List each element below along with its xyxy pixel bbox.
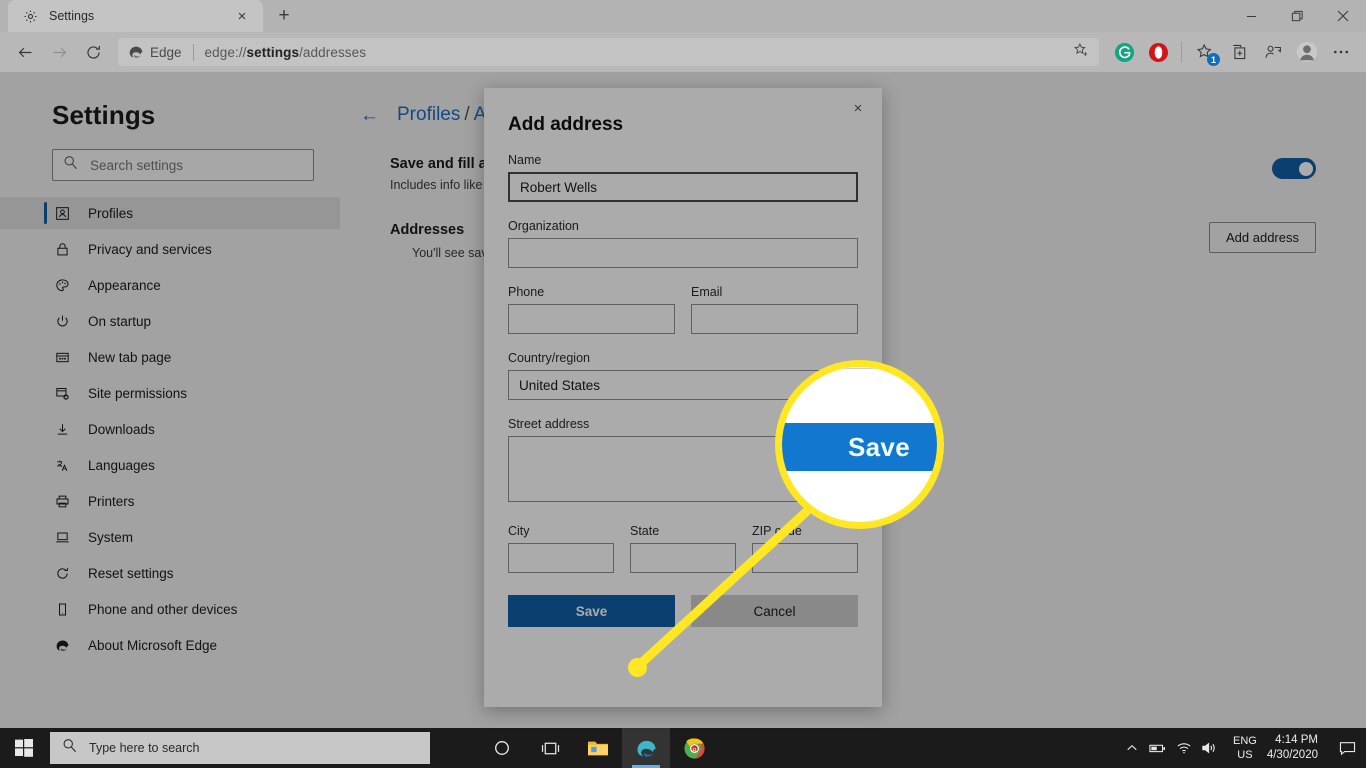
toolbar-divider	[1181, 42, 1182, 62]
close-window-icon[interactable]	[1320, 0, 1366, 32]
minimize-icon[interactable]	[1228, 0, 1274, 32]
url-bold: settings	[246, 44, 300, 60]
organization-input[interactable]	[508, 238, 858, 268]
clock[interactable]: 4:14 PM 4/30/2020	[1267, 733, 1318, 763]
edge-logo-icon	[129, 46, 143, 58]
forward-icon[interactable]	[42, 35, 76, 69]
browser-tab-strip: Settings × +	[0, 0, 1366, 32]
browser-toolbar: Edge edge://settings/addresses 1	[0, 32, 1366, 72]
country-input[interactable]	[508, 370, 858, 400]
window-controls	[1228, 0, 1366, 32]
add-address-dialog: × Add address Name Organization Phone Em…	[484, 88, 882, 707]
omnibox-divider	[192, 43, 194, 61]
system-tray: ENG US 4:14 PM 4/30/2020	[1119, 728, 1366, 768]
share-icon[interactable]	[1256, 35, 1290, 69]
clock-time: 4:14 PM	[1275, 734, 1318, 746]
phone-email-row: Phone Email	[508, 268, 858, 334]
battery-icon[interactable]	[1145, 728, 1171, 768]
name-label: Name	[508, 153, 542, 167]
dialog-actions: Save Cancel	[508, 595, 858, 627]
dialog-close-icon[interactable]: ×	[844, 94, 872, 122]
city-state-zip-row: City State ZIP code	[508, 507, 858, 573]
restore-icon[interactable]	[1274, 0, 1320, 32]
gear-icon	[22, 8, 39, 25]
profile-avatar[interactable]	[1290, 35, 1324, 69]
grammarly-extension-icon[interactable]	[1107, 35, 1141, 69]
add-favorite-icon[interactable]	[1073, 42, 1089, 63]
language-line-1: ENG	[1232, 735, 1257, 747]
wifi-icon[interactable]	[1171, 728, 1197, 768]
email-input[interactable]	[691, 304, 858, 334]
close-icon[interactable]: ×	[231, 5, 253, 27]
city-label: City	[508, 524, 530, 538]
city-input[interactable]	[508, 543, 614, 573]
taskbar-search-box[interactable]: Type here to search	[50, 732, 430, 764]
street-textarea[interactable]	[508, 436, 858, 502]
edge-brand-badge: Edge	[128, 44, 182, 60]
favorites-icon[interactable]: 1	[1188, 35, 1222, 69]
clock-date: 4/30/2020	[1266, 749, 1318, 761]
cancel-button[interactable]: Cancel	[691, 595, 858, 627]
phone-input[interactable]	[508, 304, 675, 334]
state-label: State	[630, 524, 660, 538]
browser-tab-settings[interactable]: Settings ×	[8, 0, 263, 32]
dialog-body: Add address Name Organization Phone Emai…	[484, 88, 882, 627]
zip-label: ZIP code	[752, 524, 802, 538]
favorites-badge: 1	[1207, 53, 1220, 66]
svg-text:R: R	[692, 747, 696, 753]
organization-label: Organization	[508, 219, 579, 233]
name-input[interactable]	[508, 172, 858, 202]
more-settings-icon[interactable]	[1324, 35, 1358, 69]
new-tab-button[interactable]: +	[269, 2, 299, 30]
show-hidden-icons-chevron-icon[interactable]	[1119, 728, 1145, 768]
url-text: edge://settings/addresses	[205, 45, 367, 60]
address-bar[interactable]: Edge edge://settings/addresses	[118, 38, 1099, 66]
street-label: Street address	[508, 417, 590, 431]
task-view-icon[interactable]	[526, 728, 574, 768]
zip-input[interactable]	[752, 543, 858, 573]
email-label: Email	[691, 285, 723, 299]
opera-extension-icon[interactable]	[1141, 35, 1175, 69]
language-line-2: US	[1237, 749, 1253, 761]
windows-logo-icon[interactable]	[0, 728, 48, 768]
edge-brand-label: Edge	[150, 44, 182, 60]
edge-icon[interactable]	[622, 728, 670, 768]
country-label: Country/region	[508, 351, 590, 365]
dialog-title: Add address	[508, 114, 624, 135]
chrome-icon[interactable]: R	[670, 728, 718, 768]
cortana-icon[interactable]	[478, 728, 526, 768]
back-icon[interactable]	[8, 35, 42, 69]
volume-icon[interactable]	[1197, 728, 1223, 768]
language-indicator[interactable]: ENG US	[1233, 734, 1257, 762]
url-suffix: /addresses	[299, 44, 367, 60]
search-icon	[62, 738, 77, 758]
taskbar-search-placeholder: Type here to search	[89, 741, 200, 755]
tab-title: Settings	[49, 9, 95, 23]
save-button[interactable]: Save	[508, 595, 675, 627]
url-prefix: edge://	[204, 44, 247, 60]
screen-root: Settings × + Edge edge://settings/addres…	[0, 0, 1366, 768]
action-center-icon[interactable]	[1332, 728, 1362, 768]
collections-icon[interactable]	[1222, 35, 1256, 69]
phone-label: Phone	[508, 285, 545, 299]
reload-icon[interactable]	[76, 35, 110, 69]
windows-taskbar: Type here to search R ENG US 4:14 PM 4/3…	[0, 728, 1366, 768]
file-explorer-icon[interactable]	[574, 728, 622, 768]
state-input[interactable]	[630, 543, 736, 573]
